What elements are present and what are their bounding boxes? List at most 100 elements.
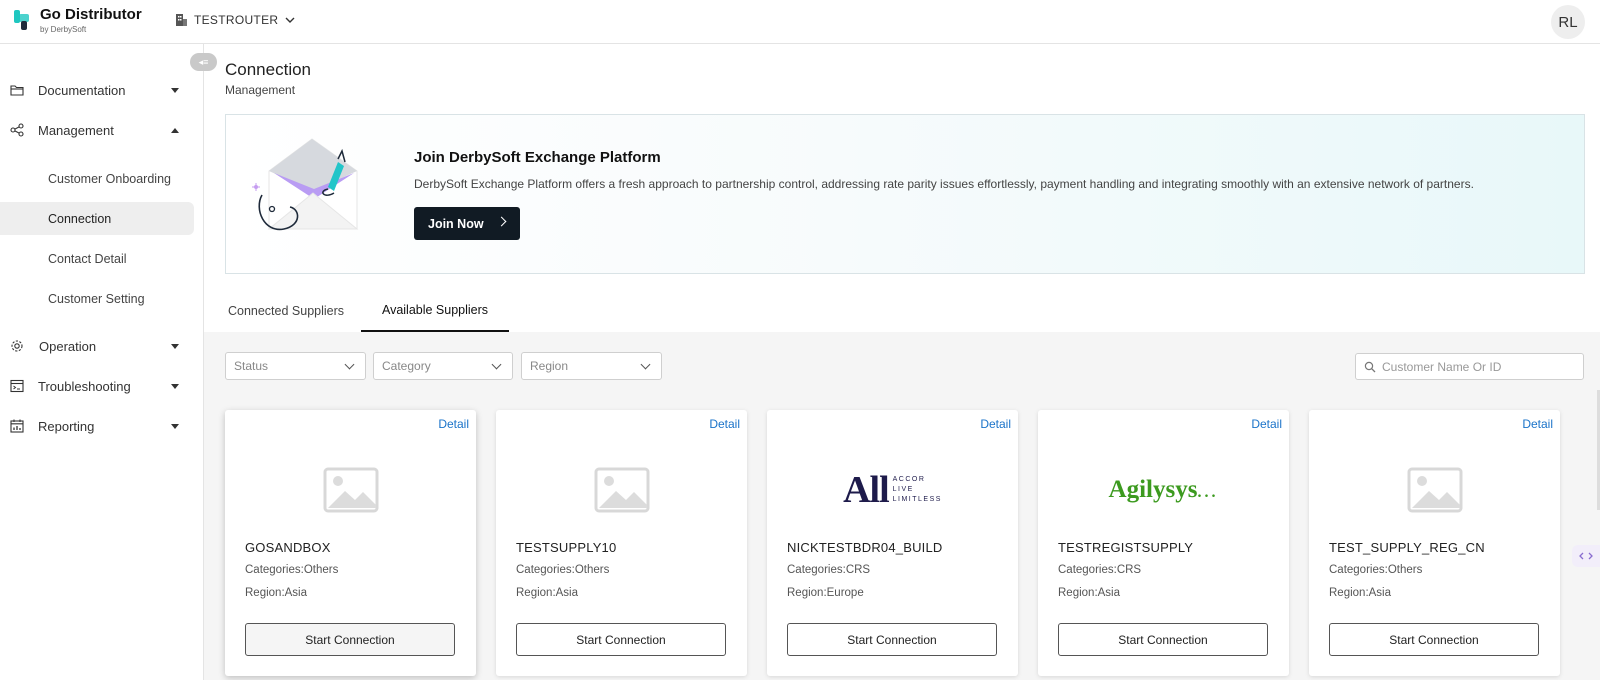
- folder-icon: [10, 85, 24, 96]
- supplier-card: Detail GOSANDBOX Categories:Others Regio…: [225, 410, 476, 676]
- supplier-name: TEST_SUPPLY_REG_CN: [1329, 540, 1485, 555]
- supplier-region: Region:Asia: [516, 587, 578, 599]
- tenant-selector[interactable]: TESTROUTER: [176, 13, 295, 27]
- start-connection-button[interactable]: Start Connection: [516, 623, 726, 656]
- page-title: Connection: [225, 60, 312, 79]
- region-filter[interactable]: Region: [521, 352, 662, 380]
- status-filter[interactable]: Status: [225, 352, 366, 380]
- sidebar-item-label: Reporting: [38, 418, 95, 434]
- supplier-card: Detail All ACCOR LIVE LIMITLESS NICKTEST…: [767, 410, 1018, 676]
- agilysys-dots: ...: [1197, 484, 1219, 501]
- region-filter-placeholder: Region: [530, 359, 569, 373]
- start-connection-button[interactable]: Start Connection: [1058, 623, 1268, 656]
- caret-up-icon: [171, 128, 179, 133]
- start-connection-button[interactable]: Start Connection: [1329, 623, 1539, 656]
- supplier-name: TESTREGISTSUPPLY: [1058, 540, 1194, 555]
- search-icon: [1364, 361, 1376, 373]
- user-avatar[interactable]: RL: [1551, 5, 1585, 39]
- category-filter[interactable]: Category: [373, 352, 513, 380]
- sidebar-item-documentation[interactable]: Documentation: [0, 73, 194, 107]
- image-placeholder-icon: [323, 467, 378, 513]
- accor-logo-mark: All ACCOR LIVE LIMITLESS: [843, 468, 942, 512]
- categories-value: CRS: [1116, 564, 1142, 576]
- supplier-categories: Categories:Others: [245, 564, 338, 576]
- region-value: Asia: [284, 587, 308, 599]
- agilysys-logo-wordmark: Agilysys...: [1109, 476, 1219, 504]
- collapse-sidebar-button[interactable]: ◂≡: [190, 53, 217, 71]
- tab-connected-suppliers[interactable]: Connected Suppliers: [225, 290, 347, 332]
- sidebar-subitem-contact-detail[interactable]: Contact Detail: [0, 242, 194, 275]
- detail-link[interactable]: Detail: [1251, 417, 1282, 431]
- customer-search[interactable]: [1355, 353, 1584, 380]
- brand-name: Go Distributor: [40, 6, 142, 23]
- breadcrumb: Management: [225, 83, 296, 97]
- supplier-logo-placeholder: [225, 450, 476, 530]
- supplier-categories: Categories:Others: [516, 564, 609, 576]
- region-value: Asia: [555, 587, 579, 599]
- sidebar: ◂≡ Documentation Management Customer Onb…: [0, 44, 217, 680]
- start-connection-button[interactable]: Start Connection: [245, 623, 455, 656]
- detail-link[interactable]: Detail: [709, 417, 740, 431]
- banner-title: Join DerbySoft Exchange Platform: [414, 149, 661, 166]
- caret-down-icon: [171, 88, 179, 93]
- sidebar-item-label: Management: [38, 122, 114, 138]
- share-nodes-icon: [10, 123, 24, 137]
- categories-label: Categories:: [787, 564, 846, 576]
- supplier-card: Detail TEST_SUPPLY_REG_CN Categories:Oth…: [1309, 410, 1560, 676]
- floating-tool-button[interactable]: [1572, 545, 1600, 567]
- tenant-name: TESTROUTER: [194, 13, 279, 27]
- categories-value: Others: [303, 564, 339, 576]
- categories-label: Categories:: [245, 564, 304, 576]
- sidebar-subitem-customer-onboarding[interactable]: Customer Onboarding: [0, 162, 194, 195]
- caret-down-icon: [171, 424, 179, 429]
- sidebar-subitem-connection[interactable]: Connection: [0, 202, 194, 235]
- accor-tagline-line: LIVE: [892, 486, 914, 493]
- caret-down-icon: [171, 344, 179, 349]
- categories-label: Categories:: [516, 564, 575, 576]
- categories-value: CRS: [845, 564, 871, 576]
- detail-link[interactable]: Detail: [980, 417, 1011, 431]
- banner-description: DerbySoft Exchange Platform offers a fre…: [414, 177, 1474, 191]
- chevron-down-icon: [344, 359, 355, 370]
- supplier-region: Region:Asia: [245, 587, 307, 599]
- categories-label: Categories:: [1058, 564, 1117, 576]
- detail-link[interactable]: Detail: [438, 417, 469, 431]
- region-value: Asia: [1368, 587, 1392, 599]
- chevron-down-icon: [285, 17, 295, 23]
- accor-tagline-line: ACCOR: [892, 476, 926, 483]
- sidebar-item-label: Documentation: [38, 82, 126, 98]
- image-placeholder-icon: [1407, 467, 1462, 513]
- agilysys-logo: Agilysys...: [1038, 450, 1289, 530]
- categories-value: Others: [574, 564, 610, 576]
- supplier-logo-placeholder: [496, 450, 747, 530]
- accor-logo: All ACCOR LIVE LIMITLESS: [767, 450, 1018, 530]
- supplier-categories: Categories:Others: [1329, 564, 1422, 576]
- calendar-chart-icon: [10, 419, 24, 433]
- start-connection-button[interactable]: Start Connection: [787, 623, 997, 656]
- sidebar-item-troubleshooting[interactable]: Troubleshooting: [0, 369, 194, 403]
- join-now-button[interactable]: Join Now: [414, 207, 520, 240]
- sidebar-item-reporting[interactable]: Reporting: [0, 409, 194, 443]
- image-placeholder-icon: [594, 467, 649, 513]
- sidebar-item-management[interactable]: Management: [0, 113, 194, 147]
- region-label: Region:: [1058, 587, 1098, 599]
- region-label: Region:: [245, 587, 285, 599]
- region-value: Asia: [1097, 587, 1121, 599]
- chevron-down-icon: [491, 359, 502, 370]
- detail-link[interactable]: Detail: [1522, 417, 1553, 431]
- supplier-card: Detail Agilysys... TESTREGISTSUPPLY Cate…: [1038, 410, 1289, 676]
- sidebar-item-operation[interactable]: Operation: [0, 329, 194, 363]
- terminal-window-icon: [10, 379, 24, 393]
- tab-available-suppliers[interactable]: Available Suppliers: [361, 290, 509, 332]
- region-value: Europe: [826, 587, 864, 599]
- top-bar: Go Distributor by DerbySoft TESTROUTER R…: [0, 0, 1600, 44]
- join-now-label: Join Now: [428, 216, 484, 231]
- agilysys-word: Agilysys: [1108, 476, 1198, 503]
- supplier-card: Detail TESTSUPPLY10 Categories:Others Re…: [496, 410, 747, 676]
- region-label: Region:: [516, 587, 556, 599]
- search-input[interactable]: [1382, 356, 1577, 377]
- supplier-categories: Categories:CRS: [787, 564, 870, 576]
- chevron-right-icon: [496, 216, 507, 227]
- sidebar-subitem-customer-setting[interactable]: Customer Setting: [0, 282, 194, 315]
- supplier-name: TESTSUPPLY10: [516, 540, 617, 555]
